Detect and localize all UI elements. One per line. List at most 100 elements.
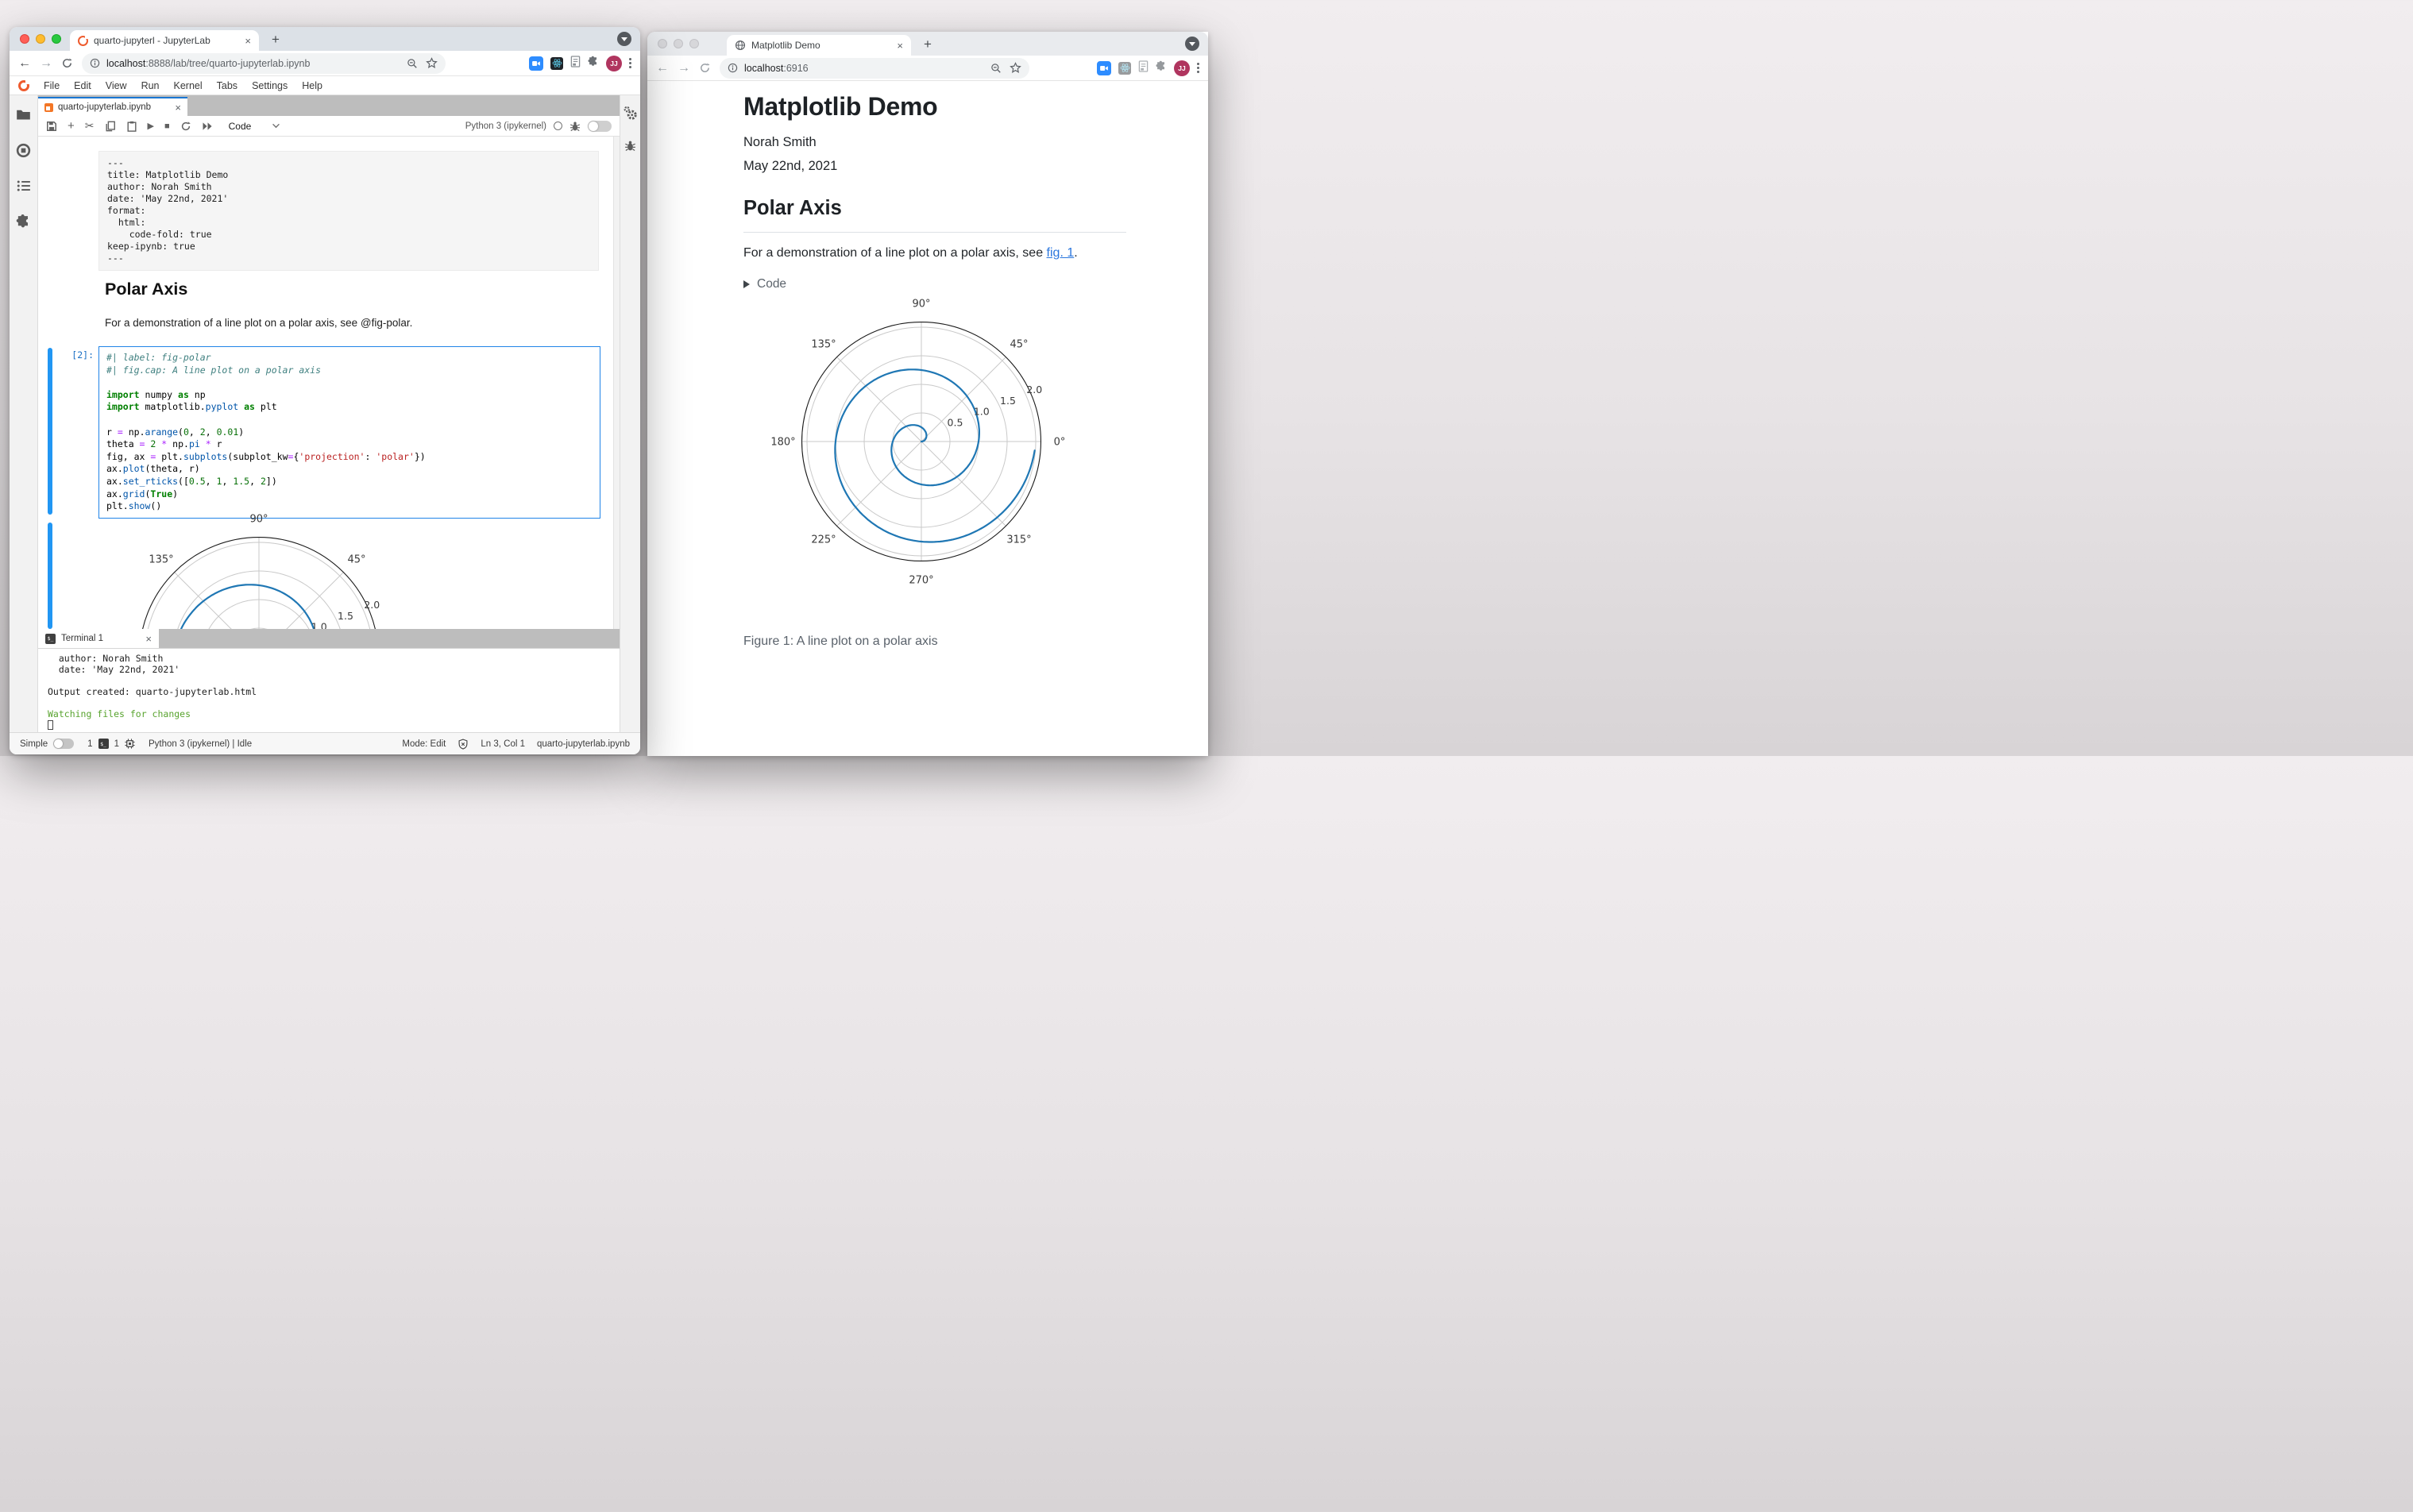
notebook-mode[interactable]: Mode: Edit [402, 739, 446, 749]
profile-avatar[interactable]: JJ [606, 55, 622, 71]
figure-link[interactable]: fig. 1 [1047, 246, 1075, 260]
debugger-bug-icon[interactable] [624, 140, 636, 152]
notebook-tab[interactable]: quarto-jupyterlab.ipynb × [38, 97, 187, 116]
minimize-window-button[interactable] [36, 34, 45, 44]
output-collapser[interactable] [48, 523, 52, 629]
stop-kernel-button[interactable]: ■ [164, 122, 170, 131]
menu-edit[interactable]: Edit [67, 80, 98, 91]
svg-text:0°: 0° [1054, 437, 1066, 449]
kernel-status-text[interactable]: Python 3 (ipykernel) | Idle [149, 739, 252, 749]
minimize-window-button[interactable] [674, 39, 683, 48]
menu-tabs[interactable]: Tabs [210, 80, 245, 91]
address-bar[interactable]: localhost:8888/lab/tree/quarto-jupyterla… [82, 52, 446, 74]
table-of-contents-icon[interactable] [17, 179, 31, 192]
url-text[interactable]: localhost:6916 [744, 63, 984, 74]
menu-run[interactable]: Run [134, 80, 167, 91]
zoom-window-button[interactable] [52, 34, 61, 44]
terminal-tab[interactable]: $_ Terminal 1 × [38, 629, 159, 648]
paste-cell-button[interactable] [126, 121, 137, 132]
code-fold-toggle[interactable]: Code [743, 277, 1126, 291]
kernel-name[interactable]: Python 3 (ipykernel) [465, 122, 546, 131]
menu-settings[interactable]: Settings [245, 80, 295, 91]
cut-cell-button[interactable]: ✂ [85, 119, 95, 133]
copy-cell-button[interactable] [105, 121, 116, 132]
yaml-line: date: 'May 22nd, 2021' [107, 193, 229, 204]
close-tab-icon[interactable]: × [145, 634, 152, 644]
cell-type-select[interactable]: Code [229, 121, 281, 132]
insert-cell-button[interactable]: + [68, 119, 75, 133]
browser-tab[interactable]: quarto-jupyterl - JupyterLab × [70, 30, 259, 51]
close-tab-icon[interactable]: × [245, 36, 251, 46]
forward-button[interactable]: → [40, 56, 52, 70]
browser-toolbar: ← → localhost:6916 JJ [647, 56, 1208, 81]
cursor-position[interactable]: Ln 3, Col 1 [481, 739, 525, 749]
file-browser-icon[interactable] [16, 108, 31, 122]
zoom-out-icon[interactable] [990, 63, 1002, 74]
zoom-extension-icon[interactable] [1097, 60, 1111, 75]
debugger-bug-icon[interactable] [569, 121, 581, 132]
react-devtools-icon[interactable] [1118, 61, 1131, 75]
zoom-out-icon[interactable] [407, 58, 418, 69]
close-window-button[interactable] [20, 34, 29, 44]
code-cell[interactable]: #| label: fig-polar #| fig.cap: A line pl… [98, 346, 600, 519]
svg-text:45°: 45° [347, 554, 365, 566]
url-text[interactable]: localhost:8888/lab/tree/quarto-jupyterla… [106, 58, 400, 69]
notebook-scrollbar[interactable] [613, 137, 620, 629]
code-line: ax.plot(theta, r) [106, 463, 200, 475]
svg-text:135°: 135° [149, 554, 173, 566]
running-sessions-icon[interactable] [16, 143, 31, 158]
svg-text:270°: 270° [909, 575, 933, 587]
zoom-extension-icon[interactable] [529, 56, 543, 71]
tab-overview-button[interactable] [617, 32, 631, 46]
extension-manager-icon[interactable] [16, 214, 31, 229]
kernel-chip-icon [125, 739, 135, 749]
browser-menu-icon[interactable] [1197, 63, 1199, 73]
react-devtools-icon[interactable] [550, 56, 563, 70]
reload-button[interactable] [61, 57, 73, 69]
restart-kernel-button[interactable] [180, 121, 191, 132]
close-window-button[interactable] [658, 39, 667, 48]
extensions-puzzle-icon[interactable] [1156, 60, 1167, 75]
new-tab-button[interactable]: + [924, 37, 932, 52]
extensions-puzzle-icon[interactable] [588, 56, 599, 71]
autoscroll-toggle[interactable] [588, 120, 612, 132]
simple-mode-toggle[interactable] [53, 739, 75, 749]
save-button[interactable] [46, 121, 57, 132]
menu-file[interactable]: File [37, 80, 67, 91]
property-inspector-gears-icon[interactable] [624, 106, 638, 121]
browser-tab[interactable]: Matplotlib Demo × [727, 35, 911, 56]
menu-kernel[interactable]: Kernel [167, 80, 210, 91]
trust-shield-icon[interactable] [458, 739, 469, 750]
bookmark-star-icon[interactable] [1010, 62, 1021, 74]
run-cell-button[interactable]: ▶ [148, 121, 154, 131]
window-controls[interactable] [20, 34, 61, 44]
info-icon[interactable] [90, 58, 100, 68]
new-tab-button[interactable]: + [272, 32, 280, 48]
close-tab-icon[interactable]: × [897, 40, 903, 51]
left-activity-bar [10, 95, 38, 732]
yaml-raw-cell[interactable]: --- title: Matplotlib Demo author: Norah S… [98, 151, 599, 271]
menu-help[interactable]: Help [295, 80, 330, 91]
page-title: Matplotlib Demo [743, 92, 938, 121]
chevron-down-icon [621, 37, 627, 41]
window-controls[interactable] [658, 39, 699, 48]
back-button[interactable]: ← [18, 56, 31, 70]
profile-avatar[interactable]: JJ [1174, 60, 1190, 76]
reload-button[interactable] [699, 62, 711, 74]
document-extension-icon[interactable] [1138, 60, 1149, 76]
document-extension-icon[interactable] [570, 55, 581, 71]
terminal-output[interactable]: author: Norah Smith date: 'May 22nd, 202… [38, 649, 620, 735]
browser-menu-icon[interactable] [629, 58, 631, 68]
address-bar[interactable]: localhost:6916 [720, 57, 1029, 79]
info-icon[interactable] [728, 63, 738, 73]
menu-view[interactable]: View [98, 80, 134, 91]
close-tab-icon[interactable]: × [175, 102, 181, 113]
restart-run-all-button[interactable] [202, 122, 214, 131]
back-button[interactable]: ← [656, 61, 669, 75]
zoom-window-button[interactable] [689, 39, 699, 48]
cell-collapser[interactable] [48, 348, 52, 515]
bookmark-star-icon[interactable] [426, 57, 438, 69]
forward-button[interactable]: → [678, 61, 690, 75]
kernel-status-icon[interactable] [554, 122, 562, 130]
tab-overview-button[interactable] [1185, 37, 1199, 51]
